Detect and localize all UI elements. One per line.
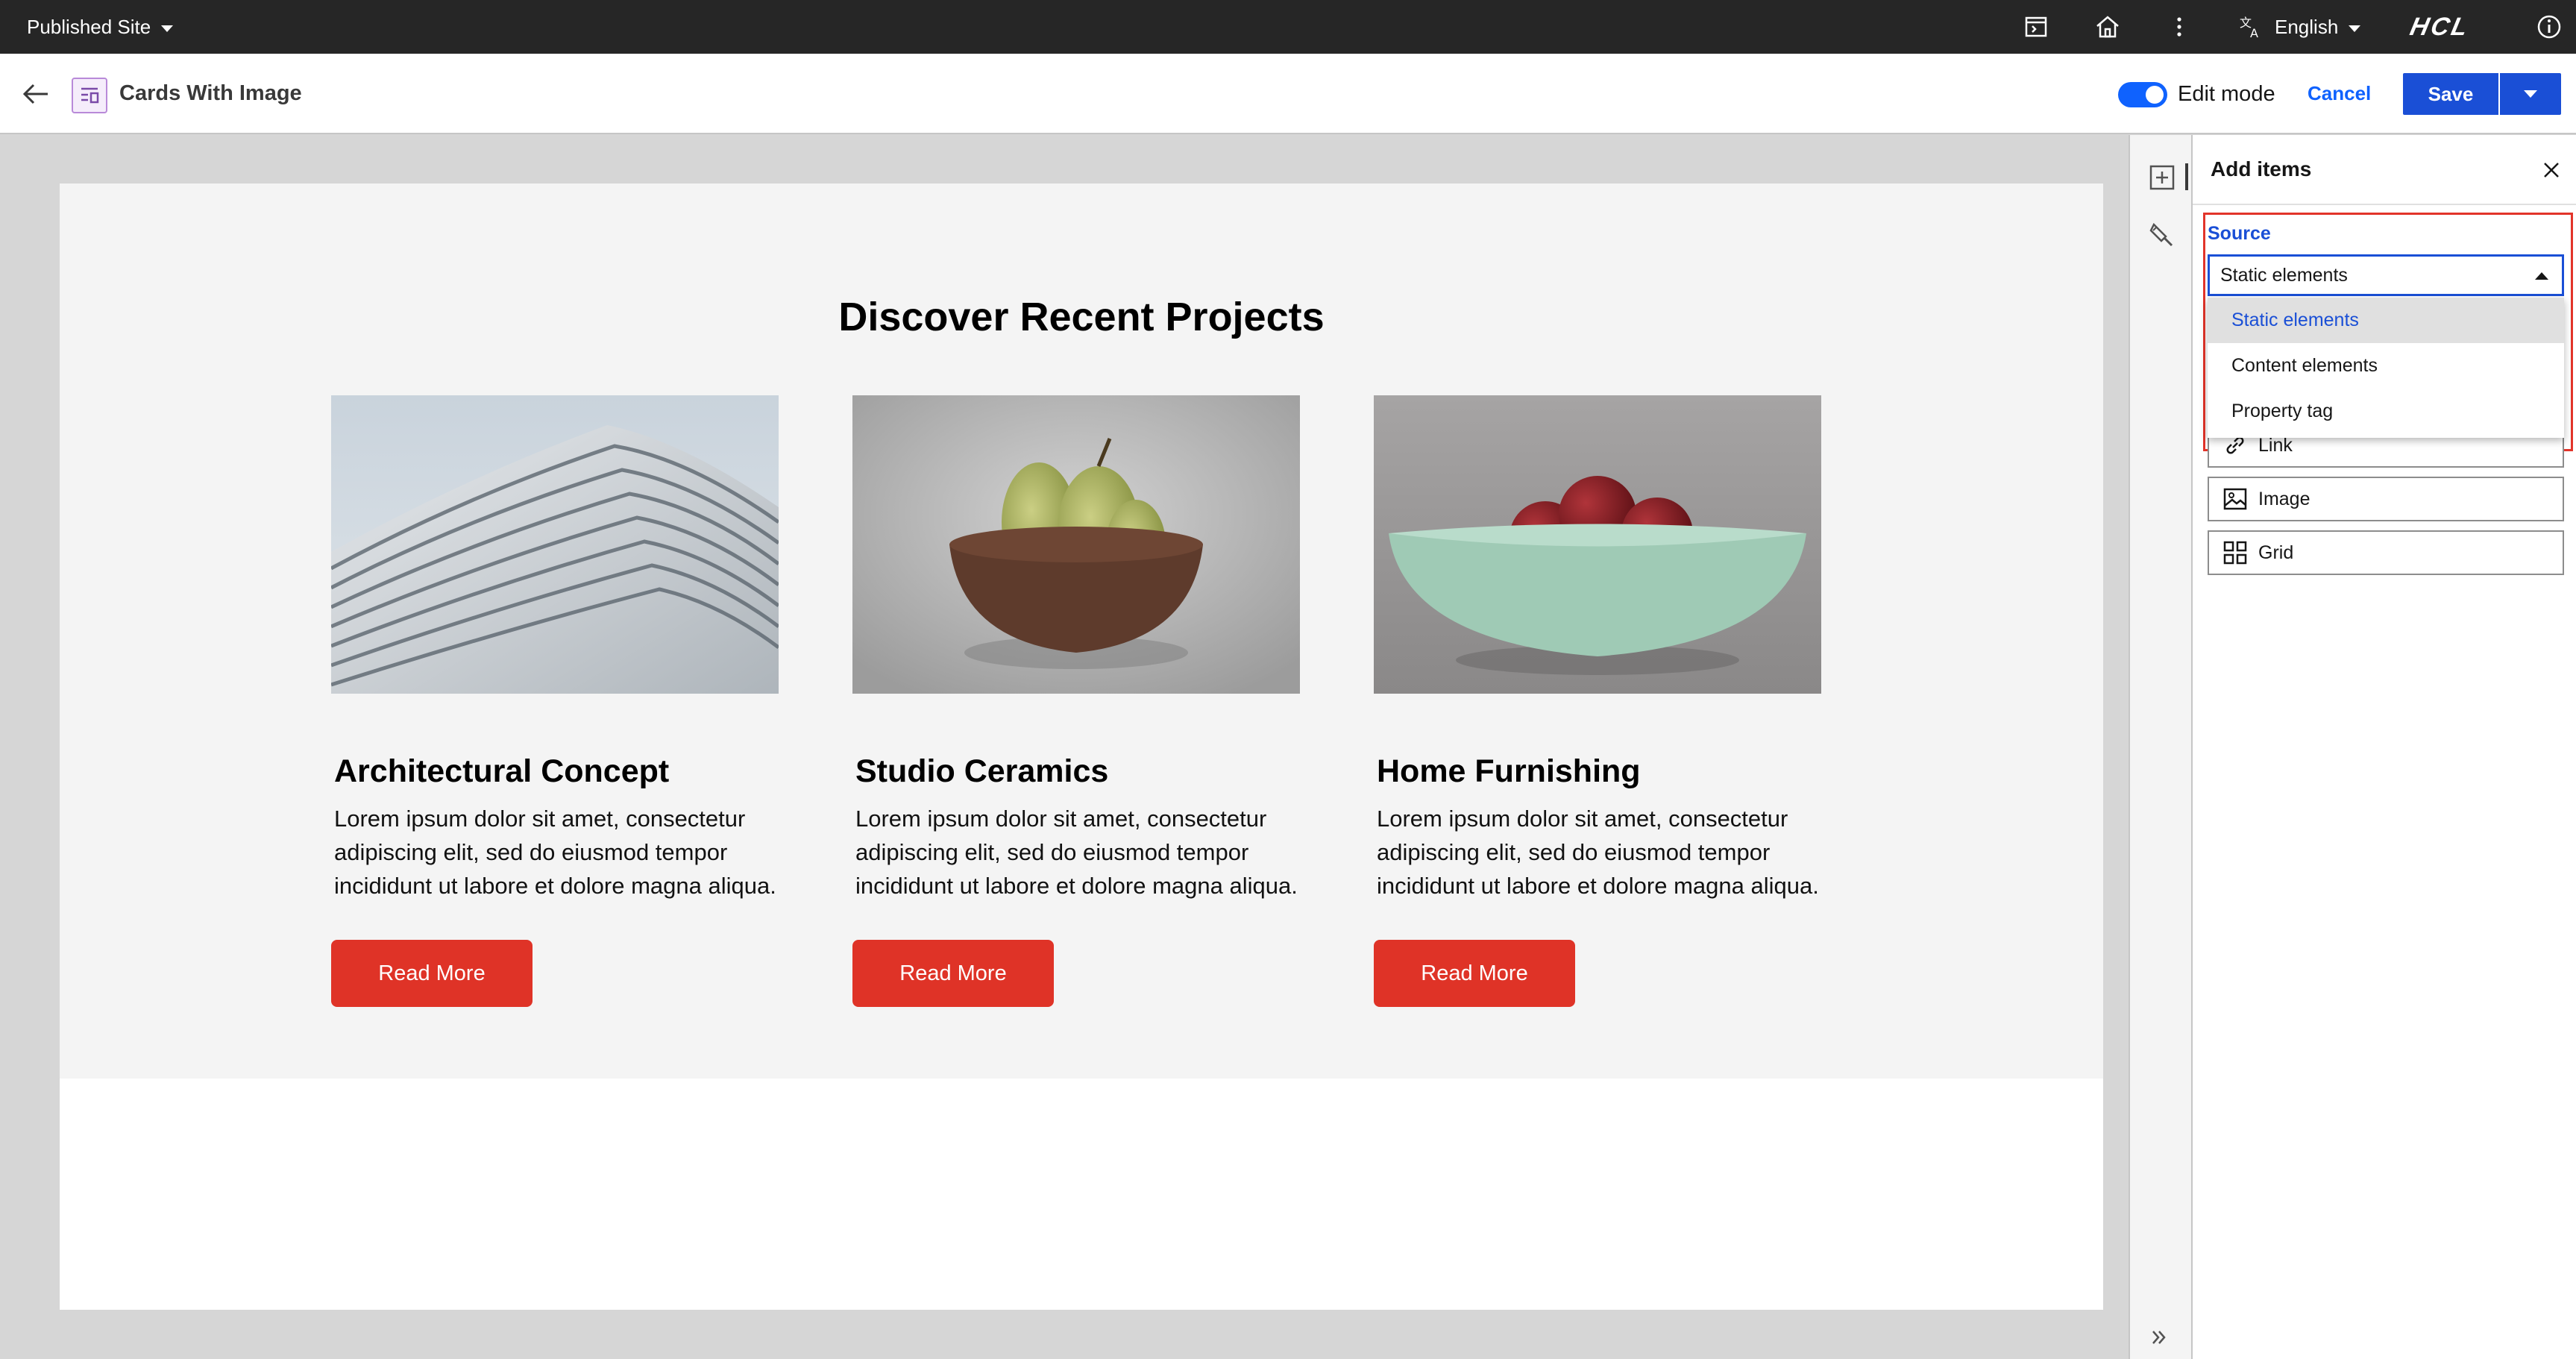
read-more-button[interactable]: Read More	[1374, 940, 1575, 1007]
language-label: English	[2275, 15, 2339, 38]
card-image-pears-bowl	[852, 395, 1300, 694]
item-label: Grid	[2258, 542, 2294, 563]
source-option-static[interactable]: Static elements	[2208, 298, 2564, 343]
site-switcher-label: Published Site	[27, 15, 151, 38]
card-title: Home Furnishing	[1377, 753, 1641, 789]
item-image[interactable]: Image	[2208, 477, 2564, 521]
image-icon	[2223, 488, 2247, 510]
save-button[interactable]: Save	[2403, 73, 2498, 115]
save-options-button[interactable]	[2500, 73, 2561, 115]
edit-mode-label: Edit mode	[2178, 82, 2275, 106]
arrow-left-icon[interactable]	[21, 81, 51, 107]
source-option-property[interactable]: Property tag	[2208, 389, 2564, 434]
edit-mode-toggle[interactable]	[2118, 82, 2167, 107]
read-more-button[interactable]: Read More	[331, 940, 533, 1007]
add-items-icon[interactable]	[2148, 163, 2176, 192]
add-items-panel: Add items Source Static elements Static …	[2193, 135, 2576, 1359]
chevron-down-icon	[161, 25, 174, 32]
chevron-down-icon	[2524, 90, 2537, 98]
read-more-button[interactable]: Read More	[852, 940, 1054, 1007]
card-image-plums-bowl	[1374, 395, 1821, 694]
card-image-building	[331, 395, 779, 694]
source-select-value: Static elements	[2220, 264, 2348, 286]
page-title: Cards With Image	[119, 81, 302, 105]
hcl-logo: HCL	[2407, 13, 2473, 41]
source-option-content[interactable]: Content elements	[2208, 343, 2564, 389]
card-architectural[interactable]: Architectural Concept Lorem ipsum dolor …	[331, 395, 779, 1007]
style-brush-icon[interactable]	[2148, 220, 2176, 248]
cancel-button[interactable]: Cancel	[2308, 82, 2371, 105]
expand-panel-icon[interactable]	[2148, 1326, 2170, 1349]
card-furnishing[interactable]: Home Furnishing Lorem ipsum dolor sit am…	[1374, 395, 1821, 1007]
language-selector[interactable]: 文 A English	[2239, 0, 2361, 54]
item-grid[interactable]: Grid	[2208, 530, 2564, 575]
grid-icon	[2223, 541, 2247, 565]
page-canvas: Discover Recent Projects Architectural C…	[60, 183, 2103, 1310]
chevron-down-icon	[2349, 25, 2361, 32]
cards-section[interactable]: Discover Recent Projects Architectural C…	[60, 183, 2103, 1079]
card-text: Lorem ipsum dolor sit amet, consectetur …	[334, 806, 776, 899]
source-label: Source	[2208, 223, 2271, 244]
info-icon[interactable]	[2536, 13, 2563, 40]
translate-icon: 文 A	[2240, 16, 2258, 40]
card-title: Studio Ceramics	[855, 753, 1109, 789]
svg-text:A: A	[2250, 26, 2258, 40]
section-heading: Discover Recent Projects	[838, 295, 1325, 339]
top-bar: Published Site 文 A English HCL	[0, 0, 2576, 54]
tool-rail	[2129, 135, 2193, 1359]
chevron-up-icon	[2535, 272, 2548, 280]
card-text: Lorem ipsum dolor sit amet, consectetur …	[1377, 806, 1819, 899]
source-select[interactable]: Static elements	[2208, 254, 2564, 296]
preview-icon[interactable]	[2023, 13, 2049, 40]
card-text: Lorem ipsum dolor sit amet, consectetur …	[855, 806, 1298, 899]
active-tool-indicator	[2185, 163, 2188, 190]
home-icon[interactable]	[2094, 13, 2121, 40]
divider	[2193, 204, 2576, 205]
card-ceramics[interactable]: Studio Ceramics Lorem ipsum dolor sit am…	[852, 395, 1300, 1007]
close-icon[interactable]	[2540, 159, 2563, 181]
page-header: Cards With Image Edit mode Cancel Save	[0, 54, 2576, 134]
page-template-icon	[72, 78, 107, 113]
item-label: Image	[2258, 488, 2310, 509]
overflow-menu-icon[interactable]	[2166, 13, 2193, 40]
card-title: Architectural Concept	[334, 753, 670, 789]
site-switcher[interactable]: Published Site	[27, 0, 174, 54]
source-dropdown-menu: Static elements Content elements Propert…	[2208, 298, 2564, 438]
panel-title: Add items	[2211, 157, 2312, 181]
